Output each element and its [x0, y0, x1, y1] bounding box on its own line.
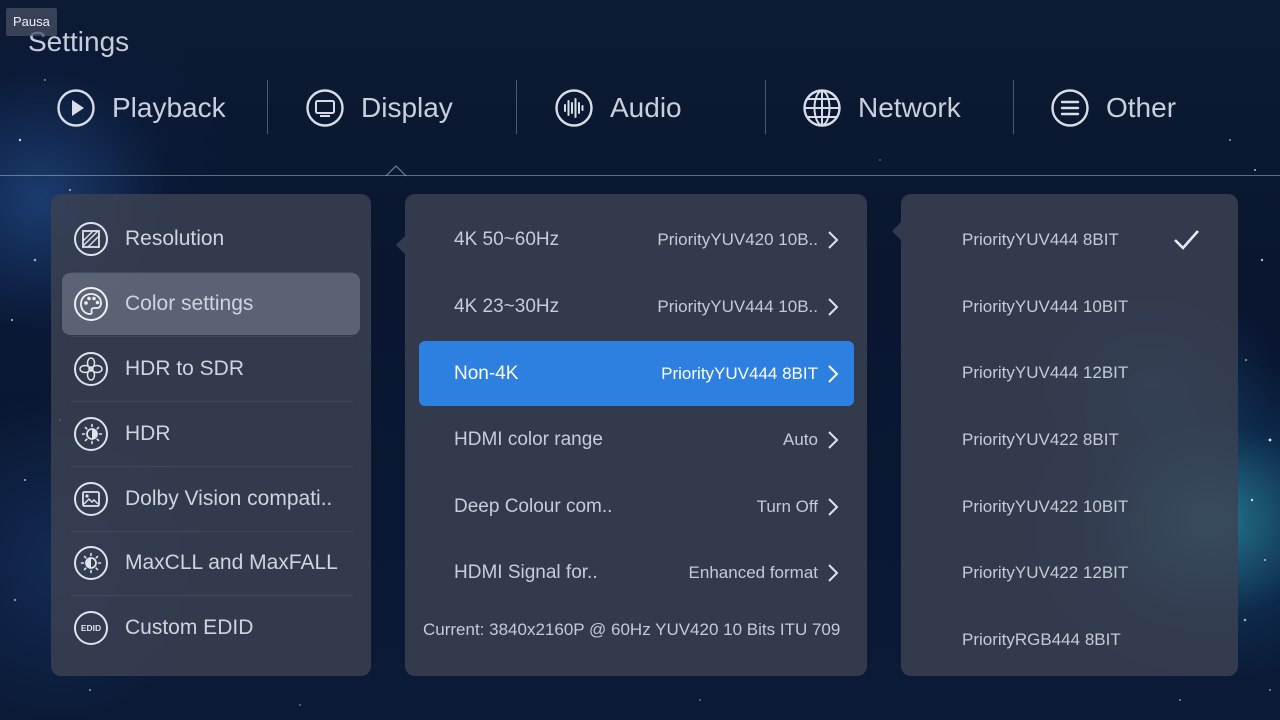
tab-divider	[1013, 80, 1014, 134]
setting-row-4k-50-60[interactable]: 4K 50~60Hz PriorityYUV420 10B..	[419, 208, 854, 272]
menu-item-hdr-to-sdr[interactable]: HDR to SDR	[62, 338, 360, 400]
palette-icon	[74, 287, 108, 321]
panel-pointer	[396, 236, 405, 254]
setting-label: HDMI Signal for..	[454, 562, 598, 583]
brightness-icon	[74, 417, 108, 451]
menu-divider	[71, 401, 353, 402]
setting-value: PriorityYUV444 8BIT	[661, 363, 818, 383]
setting-value: Auto	[783, 430, 818, 449]
current-output-info: Current: 3840x2160P @ 60Hz YUV420 10 Bit…	[423, 620, 841, 639]
tab-network[interactable]: Network	[802, 78, 961, 138]
edid-icon: EDID	[74, 611, 108, 645]
setting-value: Enhanced format	[688, 563, 818, 582]
setting-value: Turn Off	[756, 497, 818, 516]
option-yuv444-10bit[interactable]: PriorityYUV444 10BIT	[901, 275, 1238, 339]
option-label: PriorityYUV422 8BIT	[962, 430, 1119, 449]
menu-item-custom-edid[interactable]: EDID Custom EDID	[62, 597, 360, 659]
color-settings-panel: 4K 50~60Hz PriorityYUV420 10B.. 4K 23~30…	[405, 194, 867, 676]
menu-item-hdr[interactable]: HDR	[62, 403, 360, 465]
tab-label: Other	[1106, 92, 1177, 123]
option-yuv444-8bit[interactable]: PriorityYUV444 8BIT	[901, 208, 1238, 272]
option-label: PriorityYUV422 10BIT	[962, 497, 1129, 516]
chevron-right-icon	[828, 298, 839, 316]
chevron-right-icon	[828, 564, 839, 582]
aperture-icon	[74, 352, 108, 386]
menu-item-color-settings[interactable]: Color settings	[62, 273, 360, 335]
tab-label: Playback	[112, 92, 226, 123]
chevron-right-icon	[828, 231, 839, 249]
top-tab-bar: Playback Display Audio Network Other	[0, 78, 1280, 138]
chevron-right-icon	[828, 431, 839, 449]
menu-divider	[71, 336, 353, 337]
option-yuv422-8bit[interactable]: PriorityYUV422 8BIT	[901, 408, 1238, 472]
option-yuv444-12bit[interactable]: PriorityYUV444 12BIT	[901, 341, 1238, 405]
tab-underline	[0, 175, 1280, 176]
svg-text:EDID: EDID	[81, 623, 101, 633]
option-label: PriorityYUV444 10BIT	[962, 297, 1129, 316]
sun-half-icon	[74, 546, 108, 580]
setting-row-hdmi-signal[interactable]: HDMI Signal for.. Enhanced format	[419, 541, 854, 605]
tab-other[interactable]: Other	[1050, 78, 1176, 138]
tab-label: Audio	[610, 92, 682, 123]
setting-label: HDMI color range	[454, 429, 603, 450]
menu-item-dolby-vision[interactable]: Dolby Vision compati..	[62, 468, 360, 530]
chevron-right-icon	[828, 498, 839, 516]
menu-item-label: HDR	[125, 422, 171, 445]
option-yuv422-10bit[interactable]: PriorityYUV422 10BIT	[901, 475, 1238, 539]
setting-row-non-4k[interactable]: Non-4K PriorityYUV444 8BIT	[419, 341, 854, 406]
option-label: PriorityYUV444 12BIT	[962, 363, 1129, 382]
menu-item-resolution[interactable]: Resolution	[62, 208, 360, 270]
pause-overlay-label: Pausa	[6, 8, 57, 36]
tab-divider	[516, 80, 517, 134]
menu-divider	[71, 466, 353, 467]
chevron-right-icon	[828, 364, 839, 383]
tab-label: Display	[361, 92, 453, 123]
menu-item-maxcll-maxfall[interactable]: MaxCLL and MaxFALL	[62, 532, 360, 594]
tab-divider	[267, 80, 268, 134]
menu-lines-icon	[1051, 89, 1089, 127]
setting-label: 4K 23~30Hz	[454, 296, 560, 317]
setting-value: PriorityYUV420 10B..	[657, 230, 818, 249]
globe-icon	[803, 89, 841, 127]
menu-item-label: Custom EDID	[125, 616, 254, 639]
setting-label: Deep Colour com..	[454, 496, 613, 517]
picture-icon	[74, 482, 108, 516]
menu-divider	[71, 595, 353, 596]
option-label: PriorityYUV422 12BIT	[962, 563, 1129, 582]
waveform-icon	[555, 89, 593, 127]
menu-item-label: Dolby Vision compati..	[125, 487, 333, 510]
play-circle-icon	[57, 89, 95, 127]
setting-label: Non-4K	[454, 362, 519, 384]
setting-row-4k-23-30[interactable]: 4K 23~30Hz PriorityYUV444 10B..	[419, 275, 854, 339]
tab-display[interactable]: Display	[305, 78, 453, 138]
option-label: PriorityRGB444 8BIT	[962, 630, 1121, 649]
checkmark-icon	[1174, 230, 1199, 250]
tab-label: Network	[858, 92, 961, 123]
tab-divider	[765, 80, 766, 134]
setting-row-hdmi-color-range[interactable]: HDMI color range Auto	[419, 408, 854, 472]
monitor-icon	[306, 89, 344, 127]
format-options-panel: PriorityYUV444 8BIT PriorityYUV444 10BIT…	[901, 194, 1238, 676]
panel-pointer	[892, 222, 901, 240]
option-rgb444-8bit[interactable]: PriorityRGB444 8BIT	[901, 608, 1238, 672]
display-category-panel: Resolution Color settings HDR to SDR HDR…	[51, 194, 371, 676]
setting-row-deep-colour[interactable]: Deep Colour com.. Turn Off	[419, 475, 854, 539]
setting-value: PriorityYUV444 10B..	[657, 297, 818, 316]
menu-item-label: HDR to SDR	[125, 357, 245, 380]
resolution-icon	[74, 222, 108, 256]
selected-tab-indicator	[386, 165, 406, 177]
option-label: PriorityYUV444 8BIT	[962, 230, 1119, 249]
option-yuv422-12bit[interactable]: PriorityYUV422 12BIT	[901, 541, 1238, 605]
tab-audio[interactable]: Audio	[554, 78, 682, 138]
tab-playback[interactable]: Playback	[56, 78, 226, 138]
menu-item-label: MaxCLL and MaxFALL	[125, 551, 338, 574]
menu-item-label: Resolution	[125, 227, 225, 250]
setting-label: 4K 50~60Hz	[454, 229, 560, 250]
menu-item-label: Color settings	[125, 292, 254, 315]
